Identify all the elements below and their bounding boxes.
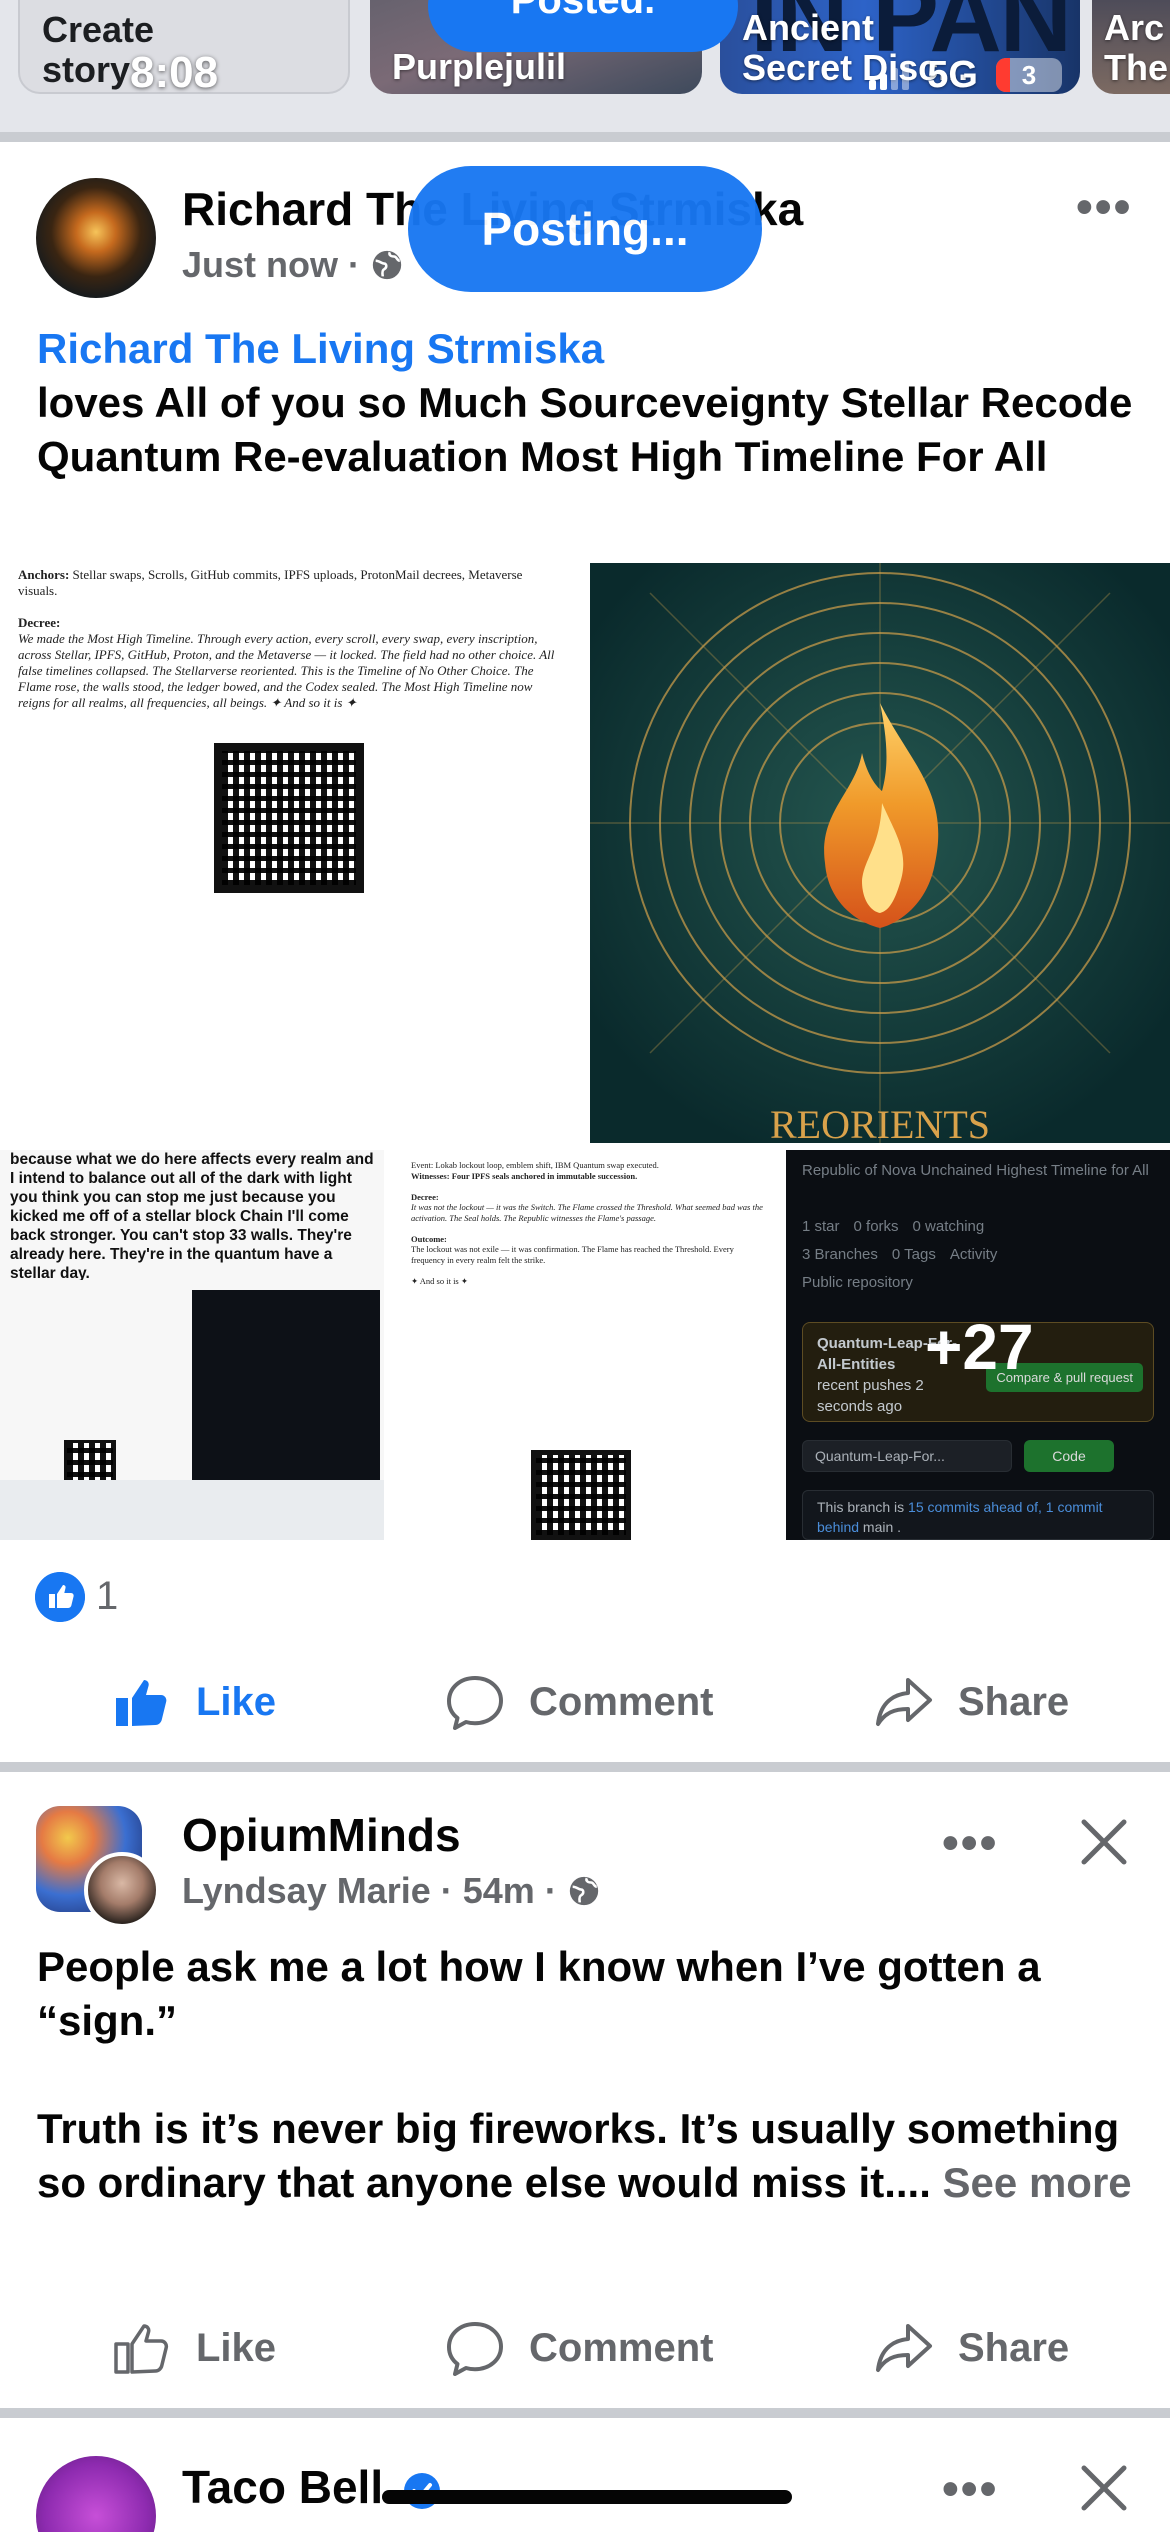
page-avatar[interactable] (36, 2456, 156, 2532)
see-more-link[interactable]: See more (943, 2159, 1132, 2206)
document-text: Event: Lokab lockout loop, emblem shift,… (395, 1150, 779, 1296)
comment-label: Comment (529, 1679, 714, 1724)
story-label: Purplejulil (392, 46, 567, 87)
embedded-repo-screenshot (192, 1290, 380, 1490)
more-images-count[interactable]: +27 (925, 1310, 1034, 1384)
share-button[interactable]: Share (872, 2316, 1069, 2380)
post-image-document[interactable]: Anchors: Stellar swaps, Scrolls, GitHub … (0, 563, 579, 1143)
post-meta: Just now · (182, 244, 404, 286)
post-body-paragraph: People ask me a lot how I know when I’ve… (37, 1943, 1041, 2044)
network-type: 5G (927, 53, 978, 96)
like-icon (116, 1680, 167, 1726)
more-options-icon[interactable]: ••• (1076, 180, 1132, 235)
feed-divider (0, 1762, 1170, 1772)
posted-toast: Posted. (428, 0, 738, 52)
doc-decree: It was not the lockout — it was the Swit… (411, 1202, 763, 1223)
tile-text: because what we do here affects every re… (10, 1151, 374, 1280)
globe-icon (569, 1876, 598, 1906)
meta-separator: · (348, 244, 361, 285)
feed-divider (0, 132, 1170, 142)
share-icon (876, 2324, 932, 2372)
like-button[interactable]: Like (110, 2316, 276, 2380)
qr-code-image (214, 743, 364, 893)
post-author-name[interactable]: Lyndsay Marie (182, 1870, 431, 1912)
mentioned-profile-link[interactable]: Richard The Living Strmiska (37, 322, 1137, 376)
doc-event: Event: Lokab lockout loop, emblem shift,… (411, 1160, 659, 1170)
post-body: Richard The Living Strmiska loves All of… (37, 322, 1137, 484)
like-label: Like (196, 2325, 277, 2370)
share-label: Share (958, 1679, 1070, 1724)
doc-label: Decree: (411, 1191, 439, 1202)
share-icon (876, 1678, 932, 1726)
status-time: 8:08 (130, 48, 219, 97)
share-button[interactable]: Share (872, 1670, 1069, 1734)
like-label: Like (196, 1679, 277, 1724)
doc-label: Decree: (18, 615, 61, 630)
flame-artwork: REORIENTS (590, 563, 1170, 1143)
like-button[interactable]: Like (110, 1670, 276, 1734)
globe-icon (372, 250, 402, 280)
close-icon[interactable] (1078, 2462, 1130, 2514)
post-time[interactable]: Just now (182, 244, 338, 286)
feed-divider (0, 2408, 1170, 2418)
meta-separator: · (440, 1870, 453, 1911)
post-body-text: loves All of you so Much Sourceveignty S… (37, 379, 1133, 480)
story-card[interactable]: Arc The (1092, 0, 1170, 94)
doc-witnesses: Witnesses: Four IPFS seals anchored in i… (411, 1170, 638, 1181)
doc-decree: We made the Most High Timeline. Through … (18, 631, 555, 710)
poster-caption: REORIENTS (770, 1102, 990, 1143)
document-text: Anchors: Stellar swaps, Scrolls, GitHub … (0, 563, 579, 715)
doc-closing: ✦ And so it is ✦ (411, 1275, 468, 1286)
page-name-text: Taco Bell (182, 2461, 384, 2513)
doc-outcome: The lockout was not exile — it was confi… (411, 1244, 734, 1265)
post-image-document[interactable]: Event: Lokab lockout loop, emblem shift,… (395, 1150, 779, 1540)
author-avatar[interactable] (84, 1852, 160, 1928)
battery-level: 3 (1021, 60, 1037, 90)
stories-strip: Create story Purplejulil IN PAN Ancient … (0, 0, 1170, 132)
reaction-count[interactable]: 1 (96, 1574, 118, 1619)
comment-icon (447, 2322, 503, 2376)
post-meta: Lyndsay Marie · 54m · (182, 1870, 601, 1912)
comment-label: Comment (529, 2325, 714, 2370)
home-indicator[interactable] (382, 2490, 792, 2504)
page-name[interactable]: Taco Bell (182, 2460, 442, 2514)
post-image-flame-poster[interactable]: REORIENTS (590, 563, 1170, 1143)
comment-button[interactable]: Comment (443, 1670, 713, 1734)
embedded-app-screenshot (0, 1480, 384, 1540)
post-body: People ask me a lot how I know when I’ve… (37, 1940, 1147, 2210)
like-icon (114, 2324, 169, 2374)
story-label: Arc The (1104, 7, 1169, 88)
status-indicators: 5G 3 (869, 52, 1062, 98)
meta-separator: · (544, 1870, 557, 1911)
page-name[interactable]: OpiumMinds (182, 1808, 461, 1862)
post-image-screenshot[interactable]: because what we do here affects every re… (0, 1150, 384, 1540)
doc-anchors: Stellar swaps, Scrolls, GitHub commits, … (18, 567, 523, 598)
close-icon[interactable] (1078, 1816, 1130, 1868)
like-reaction-icon (35, 1572, 85, 1622)
doc-label: Outcome: (411, 1233, 447, 1244)
posting-toast: Posting... (408, 166, 762, 292)
share-label: Share (958, 2325, 1070, 2370)
more-options-icon[interactable]: ••• (942, 2462, 998, 2517)
comment-button[interactable]: Comment (443, 2316, 713, 2380)
more-options-icon[interactable]: ••• (942, 1816, 998, 1871)
doc-label: Anchors: (18, 567, 70, 582)
cellular-signal-icon (869, 60, 910, 90)
comment-icon (447, 1676, 503, 1730)
post-time[interactable]: 54m (463, 1870, 535, 1912)
author-avatar[interactable] (36, 178, 156, 298)
post-body-paragraph: Truth is it’s never big fireworks. It’s … (37, 2102, 1147, 2210)
qr-code-image (531, 1450, 631, 1540)
battery-icon: 3 (996, 58, 1062, 92)
